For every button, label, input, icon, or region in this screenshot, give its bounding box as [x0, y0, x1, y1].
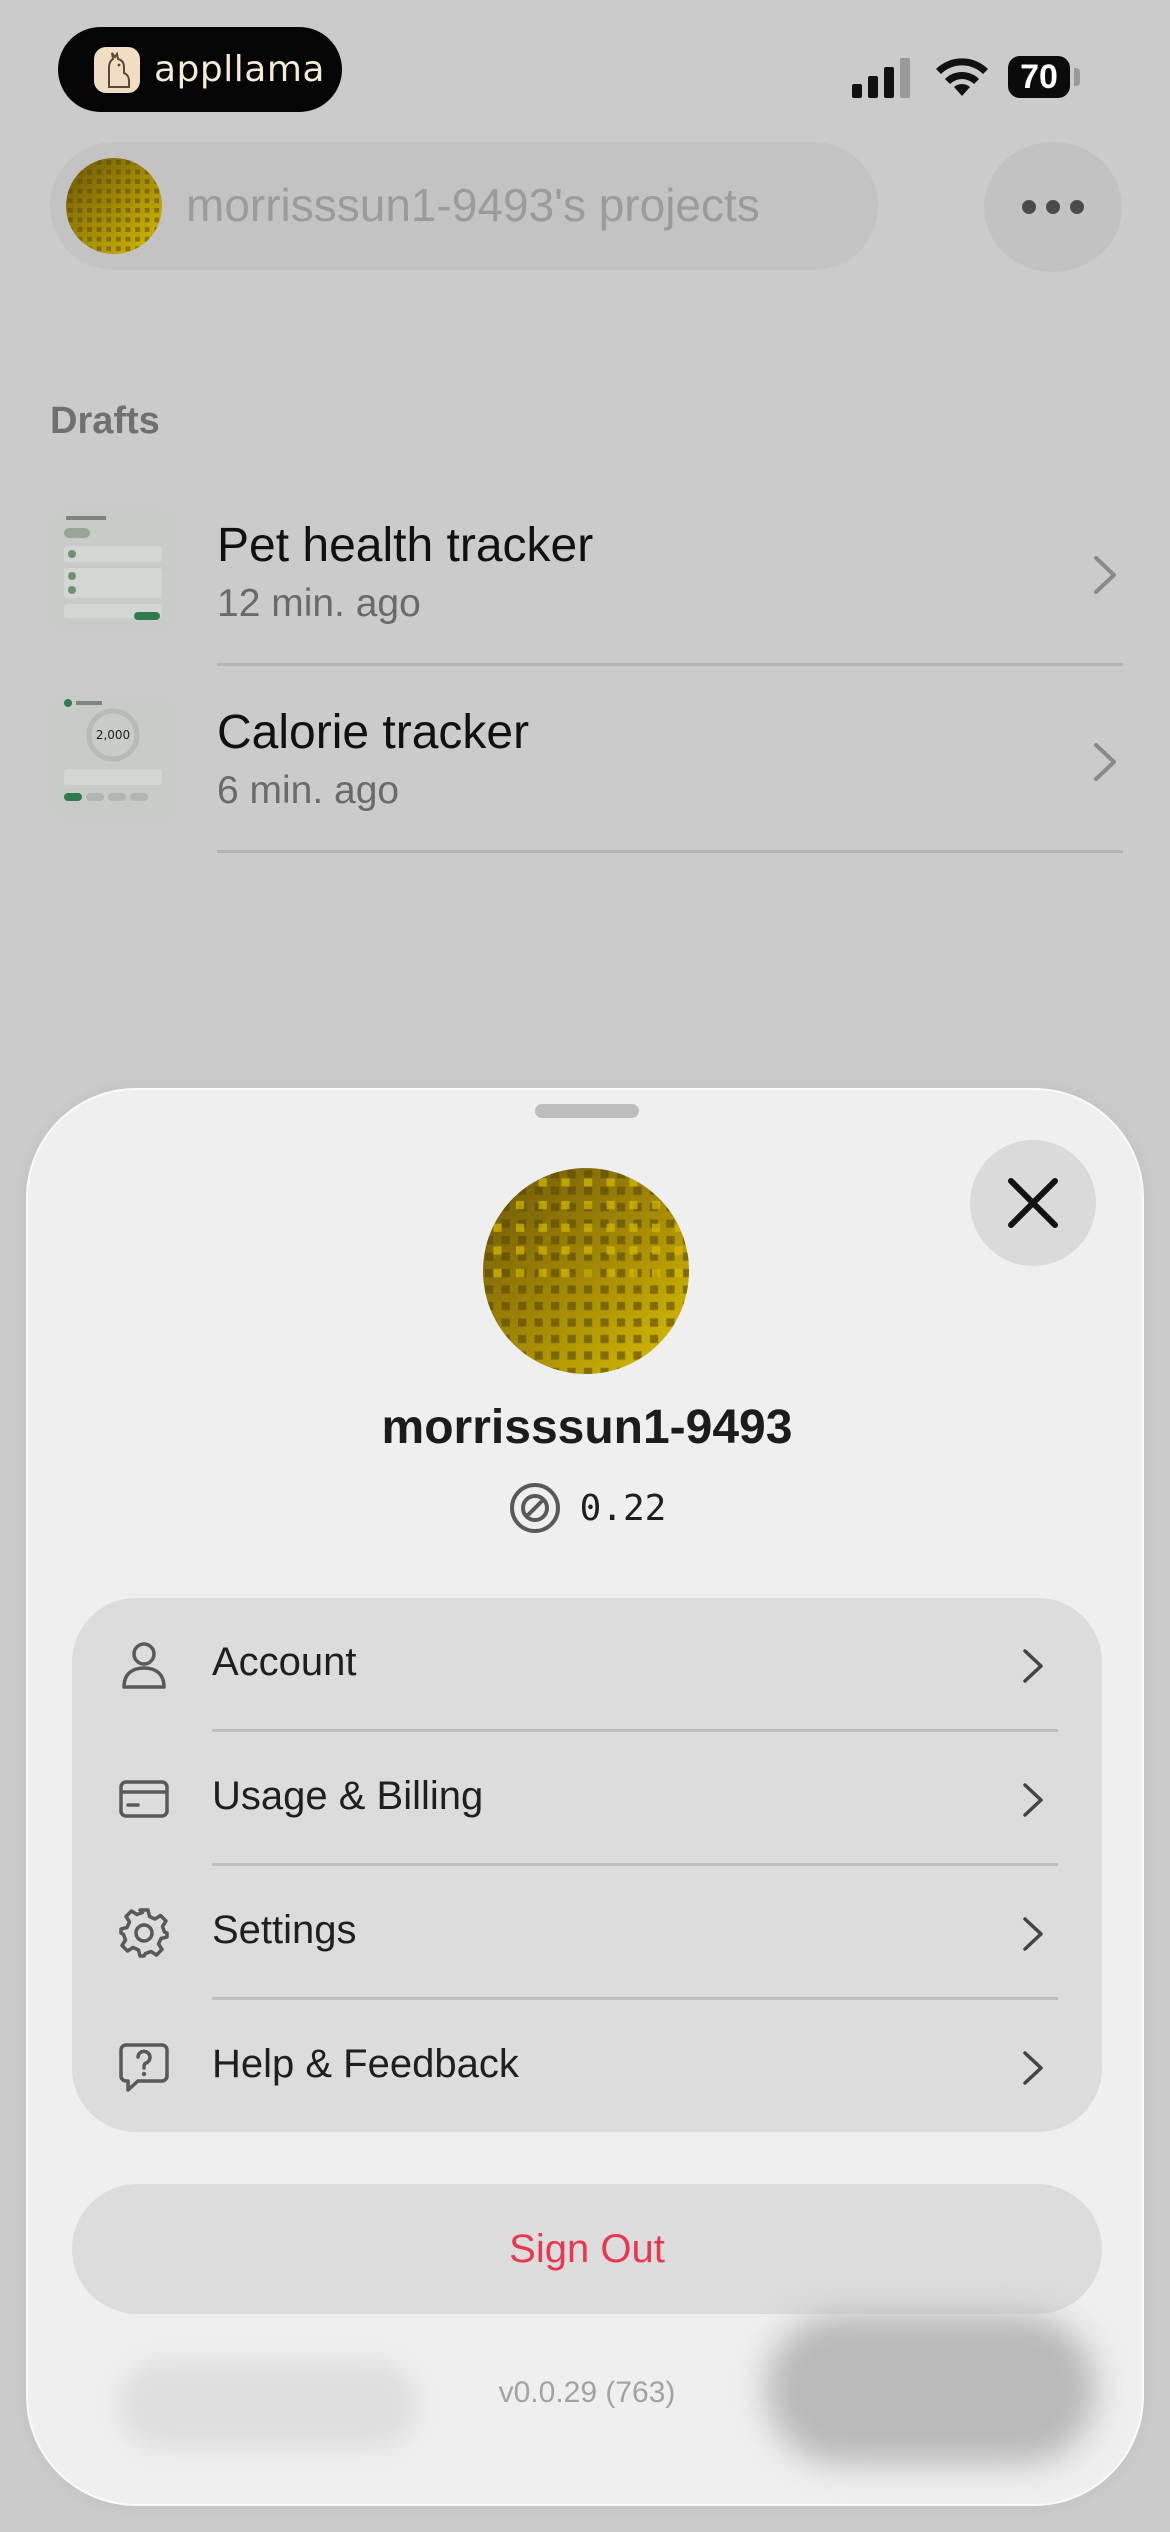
profile-sheet: morrisssun1-9493 0.22 Account Usage & Bi… — [26, 1088, 1144, 2506]
credit-card-icon — [119, 1780, 169, 1818]
battery-cap — [1074, 68, 1080, 86]
app-name: appllama — [154, 49, 325, 90]
menu-item-settings[interactable]: Settings — [72, 1866, 1102, 2000]
draft-item-calorie[interactable]: 2,000 Calorie tracker 6 min. ago — [0, 693, 1170, 879]
sheet-grabber[interactable] — [535, 1104, 639, 1118]
wifi-icon — [936, 58, 988, 96]
profile-avatar — [483, 1168, 689, 1374]
menu-item-label: Account — [212, 1640, 357, 1684]
avatar — [66, 158, 162, 254]
project-switcher[interactable]: morrisssun1-9493's projects — [50, 142, 878, 270]
chevron-right-icon — [1094, 743, 1116, 781]
draft-title: Calorie tracker — [217, 706, 530, 759]
draft-thumbnail: 2,000 — [48, 693, 178, 823]
credit-coin-icon — [509, 1483, 560, 1533]
project-title: morrisssun1-9493's projects — [186, 179, 760, 231]
draft-title: Pet health tracker — [217, 519, 594, 572]
menu-item-usage-billing[interactable]: Usage & Billing — [72, 1732, 1102, 1866]
more-dot-icon — [1022, 200, 1036, 214]
credits-balance: 0.22 — [28, 1478, 1146, 1538]
chevron-right-icon — [1023, 1649, 1043, 1683]
menu-item-account[interactable]: Account — [72, 1598, 1102, 1732]
person-icon — [122, 1642, 166, 1689]
draft-thumbnail — [48, 506, 178, 636]
more-dot-icon — [1070, 200, 1084, 214]
chevron-right-icon — [1023, 2051, 1043, 2085]
drafts-section-label: Drafts — [50, 400, 160, 442]
profile-menu: Account Usage & Billing Settings Help & … — [72, 1598, 1102, 2132]
draft-item-pet-health[interactable]: Pet health tracker 12 min. ago — [0, 506, 1170, 692]
more-dot-icon — [1046, 200, 1060, 214]
battery-indicator: 70 — [1008, 56, 1070, 98]
menu-item-label: Settings — [212, 1908, 357, 1952]
help-bubble-icon — [119, 2043, 169, 2092]
divider — [217, 663, 1123, 666]
battery-level: 70 — [1020, 57, 1058, 96]
username: morrisssun1-9493 — [381, 1401, 793, 1454]
close-button[interactable] — [970, 1140, 1096, 1266]
divider — [217, 850, 1123, 853]
menu-item-help-feedback[interactable]: Help & Feedback — [72, 2000, 1102, 2134]
credits-value: 0.22 — [579, 1487, 667, 1529]
chevron-right-icon — [1023, 1917, 1043, 1951]
cellular-signal-icon — [852, 58, 910, 98]
close-icon — [1008, 1178, 1058, 1228]
gear-icon — [119, 1908, 169, 1958]
app-version: v0.0.29 (763) — [498, 2376, 676, 2409]
more-options-button[interactable] — [984, 142, 1122, 272]
menu-item-label: Help & Feedback — [212, 2042, 519, 2086]
draft-timestamp: 12 min. ago — [217, 582, 421, 625]
status-bar: appllama 70 — [0, 0, 1170, 140]
llama-logo-icon — [94, 46, 140, 93]
menu-item-label: Usage & Billing — [212, 1774, 484, 1818]
app-badge[interactable]: appllama — [58, 27, 342, 112]
svg-text:2,000: 2,000 — [96, 728, 130, 742]
chevron-right-icon — [1094, 556, 1116, 594]
draft-timestamp: 6 min. ago — [217, 769, 400, 812]
sign-out-button[interactable]: Sign Out — [72, 2184, 1102, 2314]
chevron-right-icon — [1023, 1783, 1043, 1817]
